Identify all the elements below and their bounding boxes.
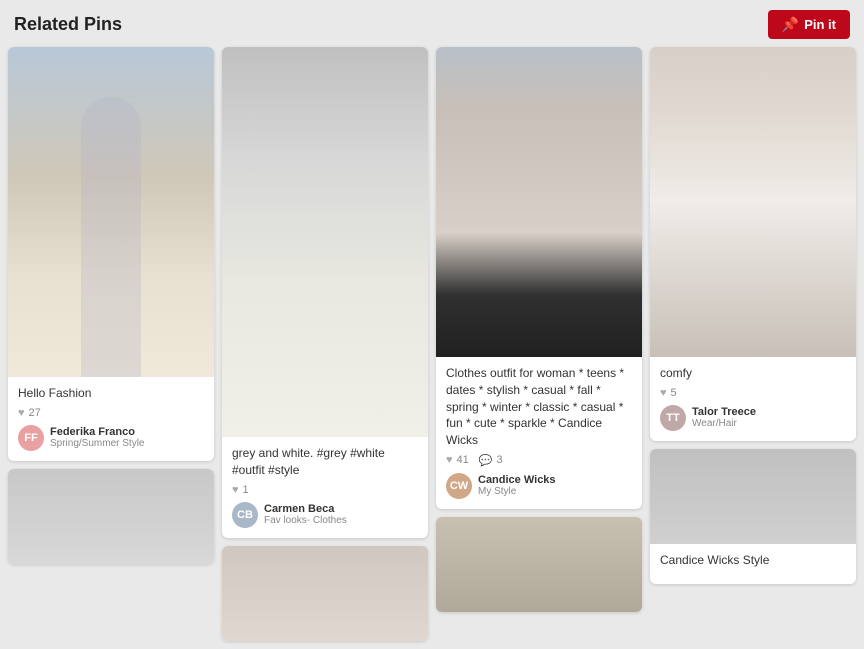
pin-body: comfy ♥ 5 TT Talor Treece Wear/Hair (650, 357, 856, 441)
pin-user: CW Candice Wicks My Style (446, 473, 632, 499)
section-header: Related Pins 📌 Pin it (0, 0, 864, 47)
pin-body: Hello Fashion ♥ 27 FF Federika Franco Sp… (8, 377, 214, 461)
board-name: Spring/Summer Style (50, 438, 144, 449)
pin-like-count: 1 (243, 484, 249, 496)
pin-title: comfy (660, 365, 846, 382)
board-name: Fav looks- Clothes (264, 515, 347, 526)
pin-title: grey and white. #grey #white #outfit #st… (232, 445, 418, 479)
avatar: CW (446, 473, 472, 499)
pin-card[interactable]: Clothes outfit for woman * teens * dates… (436, 47, 642, 509)
pin-column-2: grey and white. #grey #white #outfit #st… (222, 47, 428, 641)
user-info: Federika Franco Spring/Summer Style (50, 426, 144, 449)
pin-body: Candice Wicks Style (650, 544, 856, 584)
user-info: Candice Wicks My Style (478, 474, 556, 497)
pins-grid: Hello Fashion ♥ 27 FF Federika Franco Sp… (0, 47, 864, 649)
pin-card[interactable] (436, 517, 642, 612)
pin-image (436, 47, 642, 357)
heart-icon: ♥ (446, 454, 453, 466)
user-info: Talor Treece Wear/Hair (692, 406, 756, 429)
pin-title: Candice Wicks Style (660, 552, 846, 569)
pin-stats: ♥ 27 (18, 407, 204, 419)
user-name: Candice Wicks (478, 474, 556, 486)
pin-title: Clothes outfit for woman * teens * dates… (446, 365, 632, 449)
heart-icon: ♥ (232, 484, 239, 496)
pin-like-count: 27 (29, 407, 41, 419)
pin-column-3: Clothes outfit for woman * teens * dates… (436, 47, 642, 612)
avatar-initials: CB (237, 509, 253, 521)
pin-button-label: Pin it (804, 17, 836, 32)
pin-image (650, 47, 856, 357)
pin-card[interactable]: comfy ♥ 5 TT Talor Treece Wear/Hair (650, 47, 856, 441)
pin-comment-count: 3 (496, 454, 502, 466)
pin-icon: 📌 (782, 16, 799, 33)
pin-user: TT Talor Treece Wear/Hair (660, 405, 846, 431)
pin-card[interactable]: Hello Fashion ♥ 27 FF Federika Franco Sp… (8, 47, 214, 461)
pin-stats: ♥ 5 (660, 387, 846, 399)
related-pins-section: Related Pins 📌 Pin it Hello Fashion ♥ 27 (0, 0, 864, 649)
pin-card[interactable] (222, 546, 428, 641)
pin-user: CB Carmen Beca Fav looks- Clothes (232, 502, 418, 528)
pin-user: FF Federika Franco Spring/Summer Style (18, 425, 204, 451)
pin-card[interactable]: grey and white. #grey #white #outfit #st… (222, 47, 428, 538)
avatar: FF (18, 425, 44, 451)
heart-icon: ♥ (660, 387, 667, 399)
avatar-initials: CW (450, 480, 468, 492)
pin-image (8, 469, 214, 564)
pin-body: grey and white. #grey #white #outfit #st… (222, 437, 428, 538)
pin-it-button[interactable]: 📌 Pin it (768, 10, 850, 39)
user-name: Talor Treece (692, 406, 756, 418)
user-info: Carmen Beca Fav looks- Clothes (264, 503, 347, 526)
pin-column-1: Hello Fashion ♥ 27 FF Federika Franco Sp… (8, 47, 214, 564)
pin-body: Clothes outfit for woman * teens * dates… (436, 357, 642, 509)
avatar-initials: TT (666, 412, 679, 424)
pin-image (222, 47, 428, 437)
user-name: Federika Franco (50, 426, 144, 438)
pin-title: Hello Fashion (18, 385, 204, 402)
pin-stats: ♥ 1 (232, 484, 418, 496)
avatar: CB (232, 502, 258, 528)
pin-image (8, 47, 214, 377)
pin-image (436, 517, 642, 612)
heart-icon: ♥ (18, 407, 25, 419)
board-name: My Style (478, 486, 556, 497)
pin-card[interactable]: Candice Wicks Style (650, 449, 856, 584)
comment-icon: 💬 (479, 454, 493, 467)
user-name: Carmen Beca (264, 503, 347, 515)
pin-stats: ♥ 41 💬 3 (446, 454, 632, 467)
board-name: Wear/Hair (692, 418, 756, 429)
pin-like-count: 5 (671, 387, 677, 399)
pin-image (650, 449, 856, 544)
avatar-initials: FF (24, 432, 37, 444)
avatar: TT (660, 405, 686, 431)
pin-image (222, 546, 428, 641)
pin-card[interactable] (8, 469, 214, 564)
page-title: Related Pins (14, 14, 122, 35)
pin-like-count: 41 (457, 454, 469, 466)
pin-column-4: comfy ♥ 5 TT Talor Treece Wear/Hair (650, 47, 856, 584)
